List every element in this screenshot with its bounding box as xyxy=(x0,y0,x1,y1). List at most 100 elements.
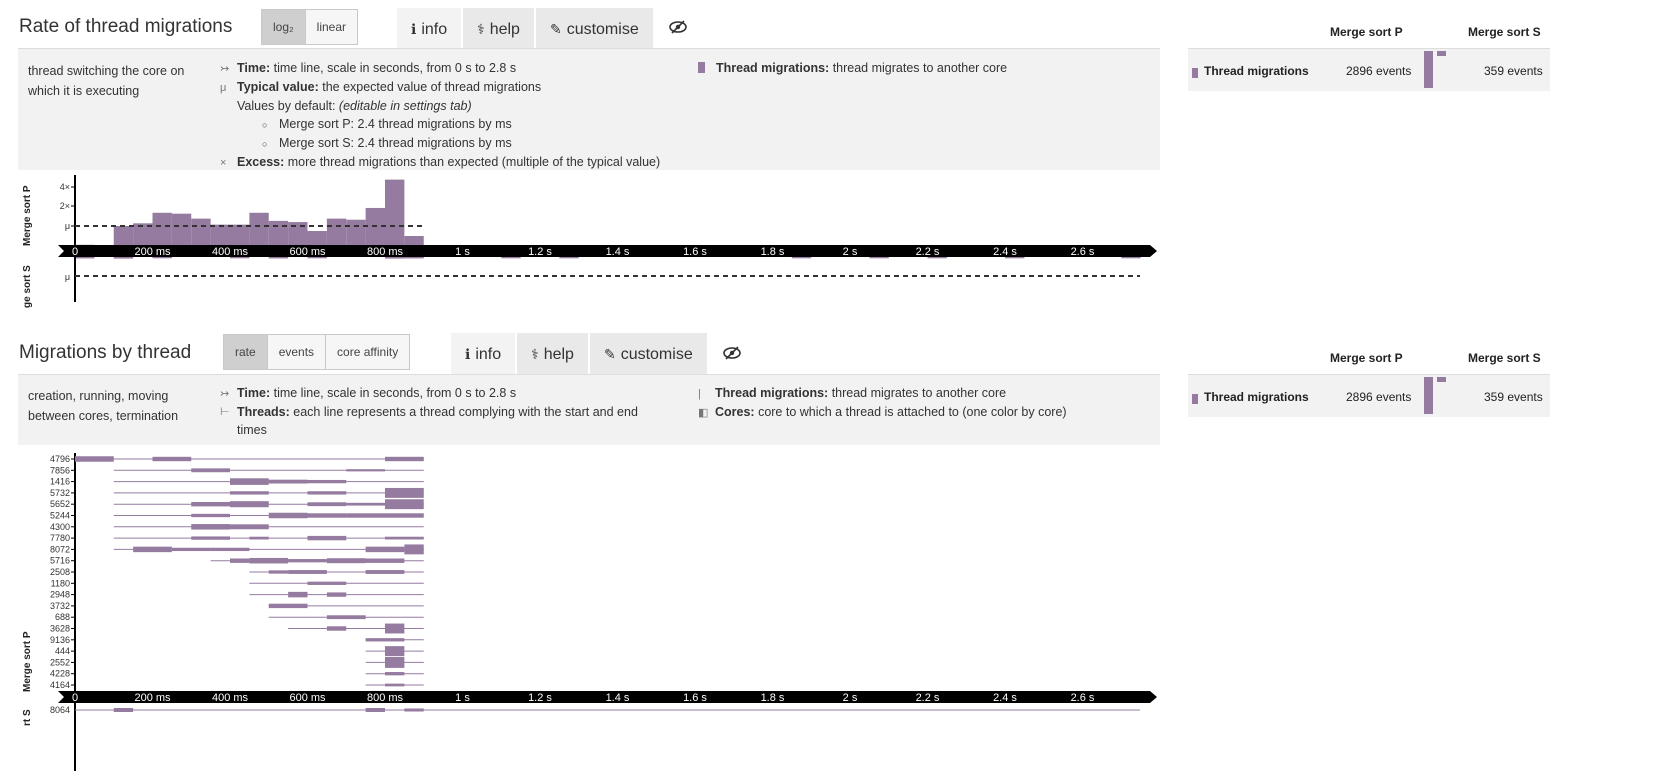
migration-mark xyxy=(191,524,230,530)
legend-default-item: ○ Merge sort S: 2.4 thread migrations by … xyxy=(262,136,512,150)
summary-row: Thread migrations 2896 events 359 events xyxy=(1188,48,1550,91)
row-label: rt S xyxy=(22,709,33,726)
migration-mark xyxy=(230,524,269,530)
thread-id-label: 7780 xyxy=(50,533,70,543)
linear-scale-button[interactable]: linear xyxy=(306,10,357,44)
migration-mark xyxy=(230,558,250,563)
bar xyxy=(404,257,424,259)
legend-threads: ⊢ Threads: each line represents a thread … xyxy=(220,405,638,437)
tab-bar: ℹ info ⚕ help ✎ customise xyxy=(451,333,709,376)
tab-info[interactable]: ℹ info xyxy=(397,8,464,51)
axis-tick-label: 1.6 s xyxy=(683,692,707,704)
migration-mark xyxy=(385,646,405,657)
column-header: Merge sort P xyxy=(1330,351,1403,365)
y-tick-label: 4× xyxy=(60,182,70,192)
migration-mark xyxy=(268,512,308,519)
log-scale-button[interactable]: log₂ xyxy=(262,10,306,44)
row-label: Merge sort P xyxy=(22,631,33,692)
axis-tick-label: 2.6 s xyxy=(1071,692,1095,704)
migration-mark xyxy=(230,501,269,508)
axis-tick-label: 2 s xyxy=(843,692,858,704)
axis-tick-label: 1.4 s xyxy=(606,246,630,258)
info-panel: thread switching the core on which it is… xyxy=(18,48,1160,170)
axis-tick-label: 600 ms xyxy=(289,246,326,258)
axis-tick-label: 1 s xyxy=(455,692,470,704)
axis-tick-label: 800 ms xyxy=(367,246,404,258)
bar xyxy=(230,257,250,259)
tab-help[interactable]: ⚕ help xyxy=(517,333,590,376)
y-tick-label: 2× xyxy=(60,201,70,211)
migration-mark xyxy=(365,708,385,712)
thread-id-label: 444 xyxy=(55,646,70,656)
axis-tick-label: 2.2 s xyxy=(916,692,940,704)
migration-mark xyxy=(210,547,250,552)
thread-id-label: 5244 xyxy=(50,511,70,521)
migration-mark xyxy=(404,544,424,555)
migration-mark xyxy=(268,603,308,609)
bar xyxy=(385,179,405,251)
legend-default-item: ○ Merge sort P: 2.4 thread migrations by … xyxy=(262,117,512,131)
axis-tick-label: 800 ms xyxy=(367,692,404,704)
metric-swatch xyxy=(698,62,705,73)
migration-mark xyxy=(191,513,230,518)
migration-mark xyxy=(307,502,347,507)
bar xyxy=(385,257,405,259)
eye-slash-icon[interactable] xyxy=(723,346,741,365)
migration-mark xyxy=(249,557,289,564)
tab-info[interactable]: ℹ info xyxy=(451,333,518,376)
migration-mark xyxy=(288,559,327,563)
migration-rate-chart: 4× 2× μ Merge sort P 0 200 ms 400 ms 600 ms 800 … xyxy=(22,175,1157,308)
stethoscope-icon: ⚕ xyxy=(477,21,485,37)
axis-tick-label: 1.8 s xyxy=(761,246,785,258)
y-tick-label: μ xyxy=(65,272,70,282)
axis-tick-label: 1.2 s xyxy=(528,246,552,258)
thread-id-label: 5716 xyxy=(50,556,70,566)
rate-button[interactable]: rate xyxy=(224,335,268,369)
core-affinity-button[interactable]: core affinity xyxy=(326,335,409,369)
axis-tick-label: 1.4 s xyxy=(606,692,630,704)
thread-id-label: 2552 xyxy=(50,657,70,667)
section-title: Migrations by thread xyxy=(19,342,192,363)
legend: ↣ Time: time line, scale in seconds, from… xyxy=(220,384,660,439)
migration-mark xyxy=(346,513,385,518)
migration-mark xyxy=(307,479,347,484)
thread-id-label: 1180 xyxy=(51,578,70,588)
migration-mark xyxy=(75,456,114,462)
bar xyxy=(75,257,95,259)
axis-tick-label: 2.4 s xyxy=(993,692,1017,704)
mode-toggle: rate events core affinity xyxy=(223,334,411,370)
bar xyxy=(365,207,385,251)
bar-s xyxy=(1437,51,1446,56)
axis-tick-label: 1.6 s xyxy=(683,246,707,258)
migration-mark xyxy=(307,491,347,495)
bar-p xyxy=(1424,377,1433,414)
legend-time: ↣ Time: time line, scale in seconds, from… xyxy=(220,386,517,400)
migration-mark xyxy=(365,570,405,574)
axis-tick-label: 200 ms xyxy=(134,692,171,704)
migration-mark xyxy=(385,623,405,634)
eye-slash-icon[interactable] xyxy=(669,20,687,39)
events-button[interactable]: events xyxy=(268,335,327,369)
migration-mark xyxy=(307,535,347,541)
migration-mark xyxy=(326,626,347,631)
migration-mark xyxy=(191,502,230,507)
row-label: ge sort S xyxy=(22,265,33,308)
thread-id-label: 2948 xyxy=(50,590,70,600)
axis-tick-label: 0 xyxy=(72,692,78,704)
migration-mark xyxy=(307,581,347,585)
migration-mark xyxy=(152,456,192,462)
brush-icon: ✎ xyxy=(603,346,616,362)
bar xyxy=(791,257,812,259)
migration-mark xyxy=(113,708,134,712)
thread-id-label: 4300 xyxy=(50,522,70,532)
migration-mark xyxy=(133,546,172,553)
column-header: Merge sort S xyxy=(1468,351,1541,365)
thread-id-label: 5732 xyxy=(50,488,70,498)
tab-customise[interactable]: ✎ customise xyxy=(589,333,709,376)
axis-tick-label: 600 ms xyxy=(289,692,326,704)
migration-mark xyxy=(365,558,405,563)
legend-cores: ◧ Cores: core to which a thread is attach… xyxy=(698,405,1067,419)
tab-customise[interactable]: ✎ customise xyxy=(535,8,655,51)
tab-help[interactable]: ⚕ help xyxy=(463,8,536,51)
legend-right: | Thread migrations: thread migrates to a… xyxy=(698,384,1067,422)
